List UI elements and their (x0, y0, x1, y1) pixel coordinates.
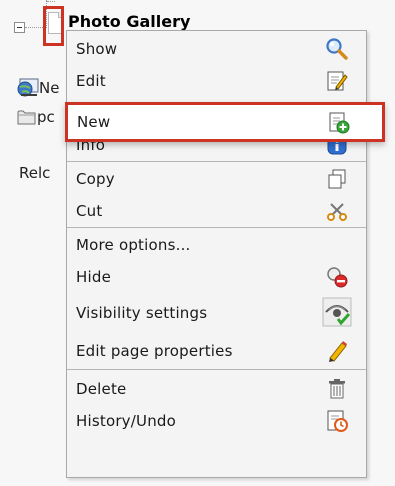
menu-item-label: Cut (76, 202, 103, 220)
menu-item-label: History/Undo (76, 412, 177, 430)
tree-node-title[interactable]: Photo Gallery (68, 12, 190, 32)
reload-link[interactable]: Relc (19, 164, 50, 182)
context-menu: Show Edit Info Copy Cut More options... … (66, 30, 367, 478)
menu-item-label: Edit (76, 72, 106, 90)
menu-item-history-undo[interactable]: History/Undo (67, 405, 366, 437)
menu-item-edit[interactable]: Edit (67, 65, 366, 97)
menu-separator (67, 227, 366, 228)
menu-item-visibility-settings[interactable]: Visibility settings (67, 293, 366, 333)
folder-icon (17, 110, 36, 125)
trash-icon (329, 379, 345, 399)
tree-item-label[interactable]: pc (37, 108, 55, 126)
screen: { "tree": { "node_title": "Photo Gallery… (0, 0, 395, 486)
tree-item-label[interactable]: Ne (39, 79, 59, 97)
menu-item-label: Hide (76, 268, 111, 286)
new-page-icon (329, 112, 350, 134)
menu-item-hide[interactable]: Hide (67, 261, 366, 293)
menu-separator (67, 161, 366, 162)
history-icon (327, 410, 348, 432)
menu-item-label: Edit page properties (76, 342, 233, 360)
collapse-toggle[interactable] (14, 22, 25, 33)
menu-item-new[interactable]: New (65, 102, 385, 142)
menu-item-edit-page-properties[interactable]: Edit page properties (67, 335, 366, 367)
scissors-icon (327, 203, 347, 221)
tree-connector (47, 1, 55, 2)
hide-icon (327, 267, 348, 288)
menu-item-label: Delete (76, 380, 127, 398)
menu-item-label: Visibility settings (76, 304, 208, 322)
menu-item-delete[interactable]: Delete (67, 373, 366, 405)
menu-item-copy[interactable]: Copy (67, 163, 366, 195)
menu-separator (67, 369, 366, 370)
website-globe-icon (17, 78, 39, 97)
menu-item-cut[interactable]: Cut (67, 195, 366, 227)
visibility-eye-icon (322, 297, 352, 327)
menu-item-label: Copy (76, 170, 115, 188)
menu-item-label: Show (76, 40, 118, 58)
menu-item-label: More options... (76, 236, 191, 254)
pencil-icon (329, 341, 347, 362)
menu-item-show[interactable]: Show (67, 33, 366, 65)
menu-item-more-options[interactable]: More options... (67, 229, 366, 261)
page-icon-highlight (43, 6, 64, 46)
menu-item-label: New (77, 113, 111, 131)
magnifier-icon (326, 38, 348, 60)
edit-page-icon (327, 71, 348, 91)
copy-icon (328, 169, 346, 189)
